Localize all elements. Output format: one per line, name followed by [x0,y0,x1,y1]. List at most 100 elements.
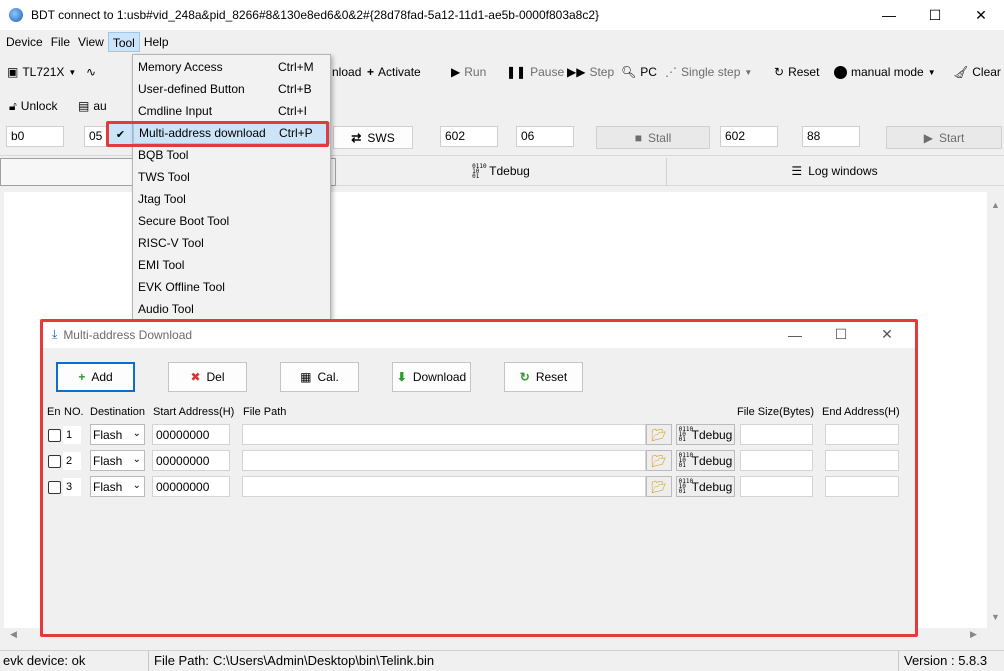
pc-label: PC [640,65,657,79]
tool-menu-item[interactable]: BQB Tool [133,144,330,166]
lock-icon: 🔓︎ [9,98,17,113]
tool-menu-item-label: BQB Tool [138,148,189,162]
step-button[interactable]: ▶▶ Step [567,65,614,79]
title-bar: BDT connect to 1:usb#vid_248a&pid_8266#8… [0,0,1004,30]
tool-menu-item-label: RISC-V Tool [138,236,204,250]
field-5[interactable]: 602 [720,126,778,147]
start-icon: ▶ [923,130,933,145]
field-2[interactable]: 05 [84,126,108,147]
manual-mode-label: manual mode [851,65,924,79]
tool-menu-item[interactable]: EMI Tool [133,254,330,276]
main-vertical-scrollbar[interactable]: ▲ ▼ [987,192,1004,628]
tool-menu-item[interactable]: User-defined Button Ctrl+B [133,78,330,100]
tool-menu-item-label: EMI Tool [138,258,185,272]
tool-menu-item-label: Memory Access [138,60,223,74]
activate-label: Activate [378,65,421,79]
sws-label: SWS [367,130,395,145]
highlight-box-menu-item [106,121,329,147]
activate-button[interactable]: + Activate [367,65,421,79]
minimize-button[interactable]: — [866,0,912,30]
tool-menu-item[interactable]: EVK Offline Tool [133,276,330,298]
tool-menu-item-shortcut: Ctrl+I [278,104,308,118]
tool-menu-item[interactable]: Memory Access Ctrl+M [133,56,330,78]
chip-icon: ▣ [7,65,19,79]
tool-menu-item[interactable]: TWS Tool [133,166,330,188]
maximize-button[interactable]: ☐ [912,0,958,30]
chip-label: TL721X [22,65,65,79]
sws-button[interactable]: ⇄ SWS [333,126,413,149]
menu-view[interactable]: View [74,32,108,52]
menu-help[interactable]: Help [140,32,173,52]
run-label: Run [464,65,487,79]
search-icon: 🔍︎ [621,65,637,79]
tool-menu-item-label: User-defined Button [138,82,245,96]
menu-file[interactable]: File [47,32,74,52]
single-step-icon: ⋰ [665,65,677,79]
unlock-button[interactable]: 🔓︎ Unlock [9,99,57,114]
start-button[interactable]: ▶ Start [886,126,1002,149]
stall-button[interactable]: ■ Stall [596,126,710,149]
field-6[interactable]: 88 [802,126,860,147]
wave-icon[interactable]: ∿ [86,65,96,79]
filepath-value: C:\Users\Admin\Desktop\bin\Telink.bin [213,653,435,668]
status-bar: evk device: ok File Path: C:\Users\Admin… [0,650,1004,671]
start-label: Start [938,130,965,145]
scroll-up-icon[interactable]: ▲ [991,200,1000,210]
menu-tool[interactable]: Tool [107,32,140,52]
reset-icon: ↻ [774,65,785,79]
mode-icon [834,65,847,79]
scroll-left-icon[interactable]: ◀ [10,629,17,640]
tool-menu-item-shortcut: Ctrl+M [278,60,314,74]
field-3[interactable]: 602 [440,126,498,147]
tab-log-label: Log windows [808,164,878,178]
auto-label: au [93,99,107,113]
pause-label: Pause [530,65,565,79]
sws-icon: ⇄ [351,130,362,145]
menu-bar: Device File View Tool Help [0,31,1004,53]
reset-button[interactable]: ↻ Reset [774,65,819,79]
clear-button[interactable]: 🧹︎ Clear [953,65,1001,79]
tool-menu-item-label: Cmdline Input [138,104,213,118]
pause-icon: ❚❚ [506,65,527,79]
tool-menu: Memory Access Ctrl+M User-defined Button Ct… [132,54,331,320]
download-button[interactable]: nload [332,65,361,79]
tool-menu-item[interactable]: Jtag Tool [133,188,330,210]
stall-icon: ■ [634,130,642,145]
chevron-down-icon: ▼ [744,67,753,77]
clear-label: Clear [972,65,1001,79]
tool-menu-item-label: Audio Tool [138,302,194,316]
tool-menu-item[interactable]: RISC-V Tool [133,232,330,254]
run-icon: ▶ [451,65,461,79]
manual-mode-select[interactable]: manual mode ▼ [834,65,936,79]
tool-menu-item-label: Secure Boot Tool [138,214,230,228]
close-button[interactable]: ✕ [958,0,1004,30]
tool-menu-item[interactable]: Secure Boot Tool [133,210,330,232]
single-step-label: Single step [681,65,741,79]
unlock-label: Unlock [20,99,58,113]
scroll-right-icon[interactable]: ▶ [970,629,977,640]
filepath-label: File Path: [154,653,209,668]
tab-tdebug[interactable]: 0110 10 01 Tdebug [336,156,666,186]
single-step-select[interactable]: ⋰ Single step ▼ [665,65,752,79]
chip-select[interactable]: ▣ TL721X ▼ [7,65,76,79]
scroll-down-icon[interactable]: ▼ [991,612,1000,622]
pc-button[interactable]: 🔍︎ PC [621,65,657,79]
version-label: Version : 5.8.3 [904,653,988,668]
tool-menu-item-label: EVK Offline Tool [138,280,225,294]
tool-menu-item-label: TWS Tool [138,170,190,184]
tool-menu-item[interactable]: Cmdline Input Ctrl+I [133,100,330,122]
pause-button[interactable]: ❚❚ Pause [506,65,564,79]
menu-device[interactable]: Device [2,32,47,52]
binary-icon: 0110 10 01 [472,162,487,180]
field-1[interactable]: b0 [6,126,64,147]
chevron-down-icon: ▼ [927,67,936,77]
stall-label: Stall [647,130,672,145]
run-button[interactable]: ▶ Run [451,65,486,79]
tab-log-windows[interactable]: ☰ Log windows [667,156,1002,186]
field-4[interactable]: 06 [516,126,574,147]
download-label: nload [332,65,362,79]
auto-button[interactable]: ▤ au [78,99,107,113]
broom-icon: 🧹︎ [953,65,969,79]
reset-label: Reset [788,65,820,79]
tool-menu-item[interactable]: Audio Tool [133,298,330,320]
